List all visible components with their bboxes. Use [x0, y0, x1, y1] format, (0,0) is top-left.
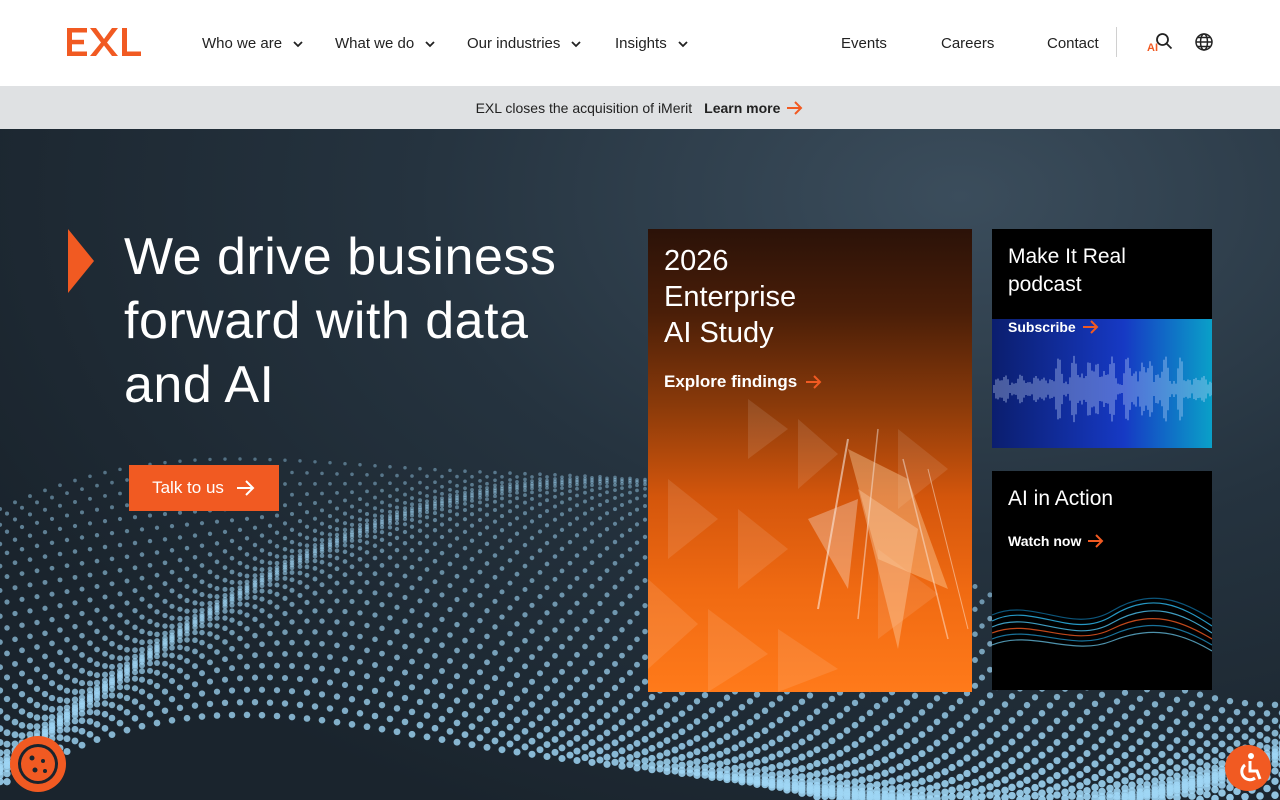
- learn-more-label: Learn more: [704, 99, 781, 116]
- header-divider: [1116, 27, 1117, 57]
- link-label: Subscribe: [1008, 319, 1076, 335]
- podcast-card[interactable]: Make It Real podcast Subscribe: [992, 229, 1212, 448]
- nav-careers[interactable]: Careers: [941, 35, 994, 52]
- card-title: Make It Real podcast: [1008, 243, 1126, 299]
- hero-section: We drive business forward with data and …: [0, 129, 1280, 800]
- cookie-settings-button[interactable]: [10, 736, 66, 792]
- link-label: Watch now: [1008, 533, 1082, 549]
- search-icon: [1156, 33, 1173, 50]
- nav-label: What we do: [335, 35, 415, 52]
- card-title-line: podcast: [1008, 273, 1082, 296]
- arrow-right-icon: [1082, 320, 1099, 334]
- chevron-down-icon: [293, 40, 303, 47]
- chevron-down-icon: [571, 40, 582, 47]
- card-title: 2026 Enterprise AI Study: [664, 243, 796, 351]
- nav-insights[interactable]: Insights: [615, 35, 689, 52]
- nav-contact[interactable]: Contact: [1047, 35, 1099, 52]
- exl-logo[interactable]: [67, 26, 141, 58]
- card-title-line: Enterprise: [664, 281, 797, 313]
- link-label: Explore findings: [664, 372, 798, 391]
- nav-what-we-do[interactable]: What we do: [335, 35, 436, 52]
- announcement-bar: EXL closes the acquisition of iMerit Lea…: [0, 86, 1280, 129]
- cookie-icon: [18, 744, 58, 784]
- chevron-down-icon: [425, 40, 435, 47]
- subscribe-link[interactable]: Subscribe: [1008, 319, 1100, 335]
- cta-label: Talk to us: [152, 478, 224, 497]
- arrow-right-icon: [236, 480, 255, 496]
- talk-to-us-button[interactable]: Talk to us: [129, 465, 279, 511]
- triangle-marker-icon: [68, 229, 94, 293]
- card-title-line: AI Study: [664, 317, 774, 349]
- announcement-text: EXL closes the acquisition of iMerit: [475, 99, 693, 116]
- ai-search-button[interactable]: AI: [1145, 32, 1175, 58]
- card-title: AI in Action: [1008, 487, 1114, 510]
- learn-more-link[interactable]: Learn more: [704, 100, 804, 116]
- arrow-right-icon: [806, 375, 822, 389]
- arrow-right-icon: [787, 100, 803, 115]
- arrow-right-icon: [1088, 534, 1104, 548]
- ai-study-card[interactable]: 2026 Enterprise AI Study Explore finding…: [648, 229, 972, 692]
- ai-in-action-card[interactable]: AI in Action Watch now: [992, 471, 1212, 690]
- nav-label: Who we are: [202, 35, 283, 52]
- card-title-line: Make It Real: [1008, 245, 1126, 268]
- nav-who-we-are[interactable]: Who we are: [202, 35, 304, 52]
- card-title-line: 2026: [664, 245, 729, 277]
- wave-lines-art: [992, 597, 1212, 652]
- explore-findings-link[interactable]: Explore findings: [664, 372, 823, 392]
- nav-events[interactable]: Events: [841, 35, 887, 52]
- soundwave-art: [992, 319, 1212, 448]
- globe-icon[interactable]: [1194, 32, 1214, 52]
- nav-our-industries[interactable]: Our industries: [467, 35, 582, 52]
- accessibility-icon: [1240, 753, 1262, 782]
- site-header: Who we are What we do Our industries Ins…: [0, 0, 1280, 86]
- accessibility-button[interactable]: [1225, 745, 1271, 791]
- nav-label: Our industries: [467, 35, 561, 52]
- nav-label: Insights: [615, 35, 667, 52]
- watch-now-link[interactable]: Watch now: [1008, 533, 1105, 549]
- hero-headline: We drive business forward with data and …: [124, 228, 557, 414]
- chevron-down-icon: [678, 40, 688, 47]
